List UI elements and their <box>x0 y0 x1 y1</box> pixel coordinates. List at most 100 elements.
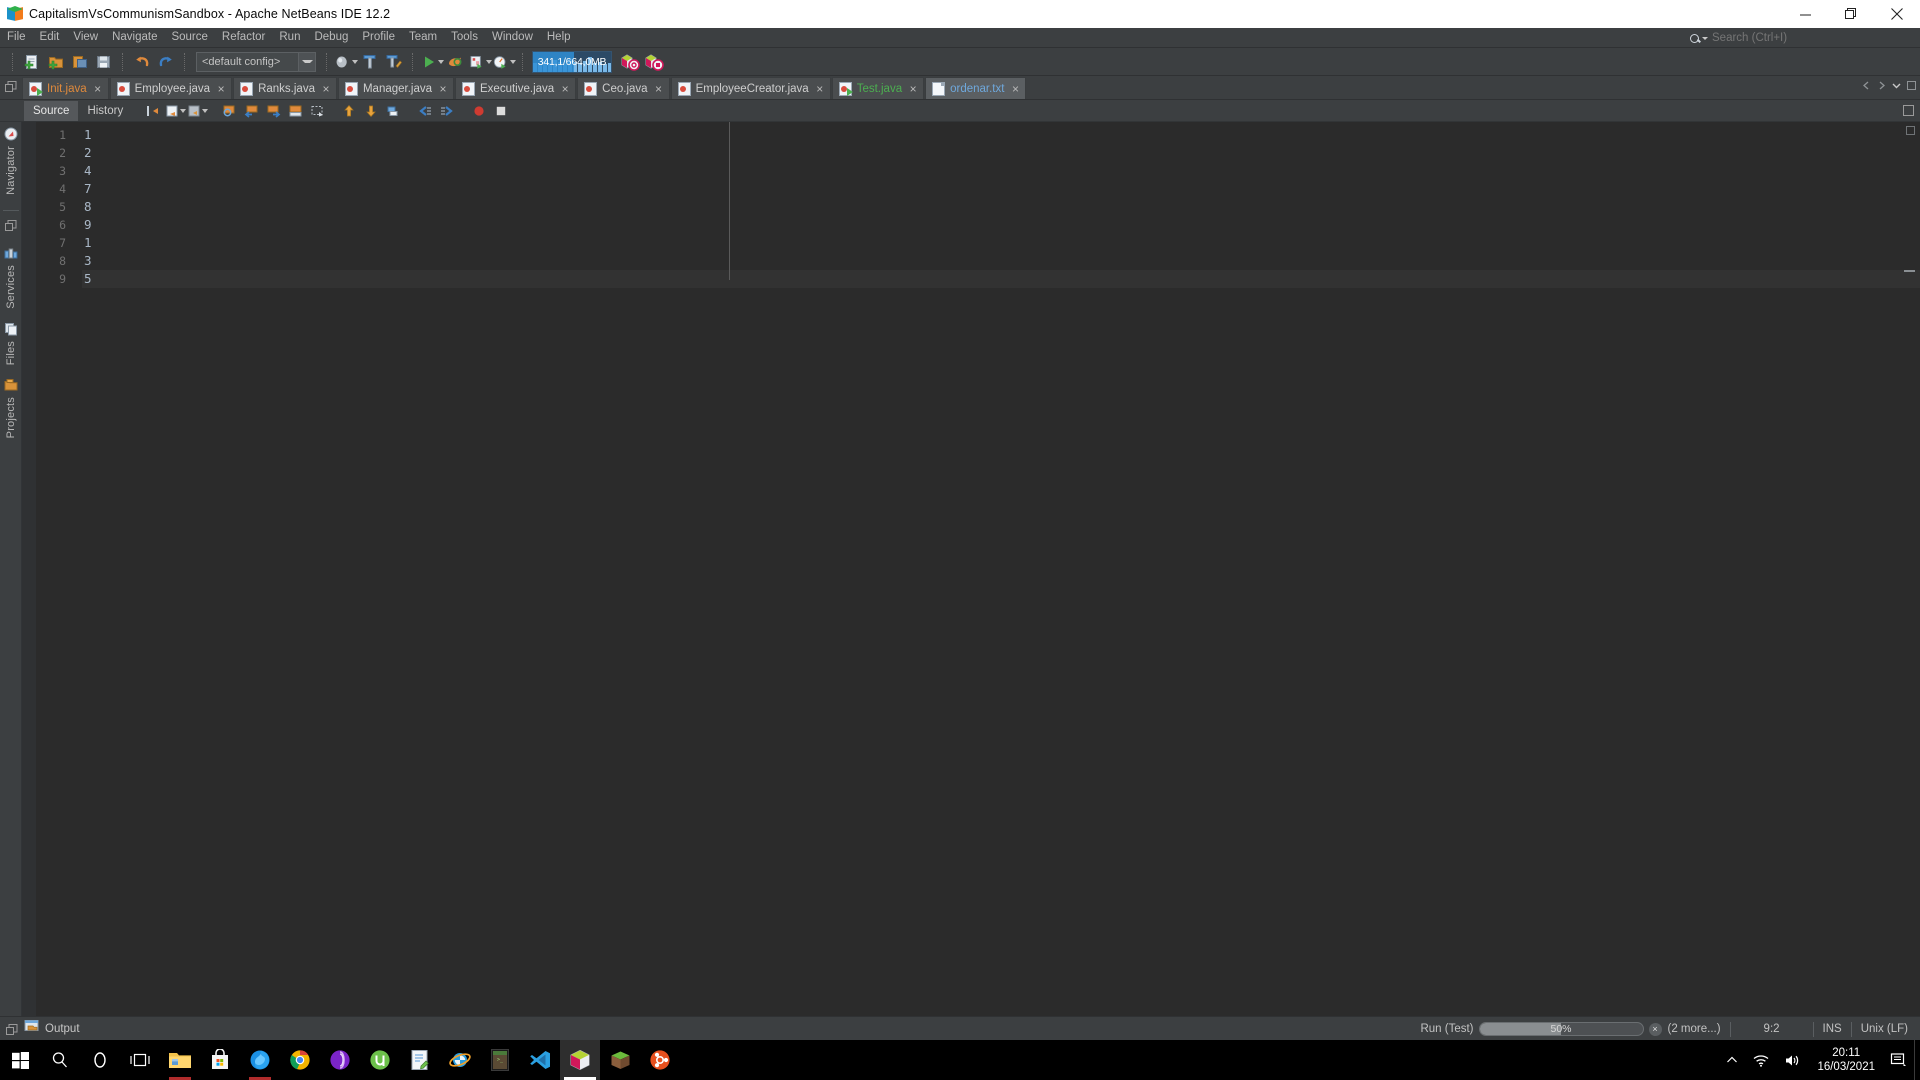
back-arrow-icon[interactable] <box>414 101 436 121</box>
editor-tab-close-button[interactable]: × <box>908 83 918 95</box>
profile-stop-button[interactable] <box>642 50 666 74</box>
code-editor[interactable]: 1 2 3 4 5 6 7 8 9 1 2 4 7 8 9 1 3 5 <box>22 122 1920 1016</box>
taskbar-clock[interactable]: 20:11 16/03/2021 <box>1809 1046 1883 1074</box>
menu-window[interactable]: Window <box>485 28 540 47</box>
start-button[interactable] <box>0 1040 40 1080</box>
record-macro-icon[interactable] <box>468 101 490 121</box>
minecraft-button[interactable] <box>600 1040 640 1080</box>
editor-tab-close-button[interactable]: × <box>560 83 570 95</box>
editor-tab-close-button[interactable]: × <box>1010 83 1020 95</box>
menu-view[interactable]: View <box>66 28 105 47</box>
maximize-editor-button[interactable] <box>1907 77 1916 95</box>
maximize-button[interactable] <box>1828 0 1874 28</box>
notifications-button[interactable] <box>1883 1040 1914 1080</box>
editor-tab-close-button[interactable]: × <box>321 83 331 95</box>
dashed-rect-icon[interactable] <box>306 101 328 121</box>
editor-tab-ordenar-txt[interactable]: ordenar.txt × <box>925 77 1027 99</box>
redo-button[interactable] <box>154 50 178 74</box>
next-bookmark-icon[interactable] <box>262 101 284 121</box>
file-explorer-button[interactable] <box>160 1040 200 1080</box>
toggle-highlight-icon[interactable] <box>186 101 208 121</box>
cortana-button[interactable] <box>80 1040 120 1080</box>
project-configuration-combo[interactable]: <default config> <box>196 51 316 72</box>
maximize-editor-button[interactable] <box>1903 103 1914 121</box>
chevron-down-icon[interactable] <box>510 59 516 64</box>
window-group-icon[interactable] <box>0 75 22 99</box>
search-input[interactable] <box>1712 32 1912 44</box>
minimize-button[interactable] <box>1782 0 1828 28</box>
breakpoint-gutter[interactable] <box>22 122 36 1016</box>
menu-profile[interactable]: Profile <box>355 28 402 47</box>
show-hidden-icons-button[interactable] <box>1719 1040 1745 1080</box>
menu-refactor[interactable]: Refactor <box>215 28 272 47</box>
run-progress-bar[interactable]: 50% <box>1478 1022 1644 1036</box>
firefox-button[interactable] <box>240 1040 280 1080</box>
editor-tab-close-button[interactable]: × <box>93 83 103 95</box>
chevron-down-icon[interactable] <box>201 108 208 113</box>
editor-tab-close-button[interactable]: × <box>216 83 226 95</box>
shift-right-icon[interactable] <box>382 101 404 121</box>
scroll-tabs-right-button[interactable] <box>1877 77 1886 95</box>
chrome-button[interactable] <box>280 1040 320 1080</box>
new-file-button[interactable] <box>20 50 44 74</box>
chevron-down-icon[interactable] <box>298 52 315 71</box>
volume-icon[interactable] <box>1777 1040 1809 1080</box>
menu-tools[interactable]: Tools <box>444 28 485 47</box>
task-view-button[interactable] <box>120 1040 160 1080</box>
clean-build-button[interactable] <box>358 50 382 74</box>
internet-explorer-button[interactable] <box>440 1040 480 1080</box>
ubuntu-button[interactable] <box>640 1040 680 1080</box>
window-group-icon[interactable] <box>6 1023 18 1041</box>
editor-tab-test-java[interactable]: Test.java × <box>831 77 925 99</box>
find-selection-icon[interactable] <box>218 101 240 121</box>
editor-tab-executive-java[interactable]: Executive.java × <box>455 77 577 99</box>
menu-navigate[interactable]: Navigate <box>105 28 164 47</box>
new-project-button[interactable] <box>44 50 68 74</box>
tab-list-button[interactable] <box>1892 77 1901 95</box>
tab-history[interactable]: History <box>78 101 132 121</box>
show-desktop-button[interactable] <box>1914 1040 1920 1080</box>
wifi-icon[interactable] <box>1745 1040 1777 1080</box>
microsoft-store-button[interactable] <box>200 1040 240 1080</box>
clean-and-build-button[interactable] <box>382 50 406 74</box>
toggle-rect-select-icon[interactable] <box>284 101 306 121</box>
chevron-down-icon[interactable] <box>179 108 186 113</box>
stop-macro-icon[interactable] <box>490 101 512 121</box>
undo-button[interactable] <box>130 50 154 74</box>
insert-mode-label[interactable]: INS <box>1823 1023 1842 1035</box>
cancel-task-button[interactable]: × <box>1648 1022 1662 1036</box>
netbeans-button[interactable] <box>560 1040 600 1080</box>
editor-tab-close-button[interactable]: × <box>654 83 664 95</box>
editor-tab-employee-java[interactable]: Employee.java × <box>109 77 233 99</box>
sidebar-item-projects[interactable]: Projects <box>4 378 18 442</box>
opera-button[interactable] <box>320 1040 360 1080</box>
search-taskbar-button[interactable] <box>40 1040 80 1080</box>
editor-tab-close-button[interactable]: × <box>815 83 825 95</box>
menu-edit[interactable]: Edit <box>33 28 67 47</box>
menu-file[interactable]: File <box>0 28 33 47</box>
utorrent-button[interactable] <box>360 1040 400 1080</box>
editor-tab-employeecreator-java[interactable]: EmployeeCreator.java × <box>670 77 831 99</box>
tab-source[interactable]: Source <box>24 100 79 121</box>
next-error-icon[interactable] <box>360 101 382 121</box>
build-main-project-button[interactable] <box>334 50 358 74</box>
terminal-button[interactable]: >_ <box>480 1040 520 1080</box>
editor-text-content[interactable]: 1 2 4 7 8 9 1 3 5 <box>82 126 1920 288</box>
menu-source[interactable]: Source <box>164 28 214 47</box>
sidebar-item-services[interactable]: Services <box>4 246 18 313</box>
menu-run[interactable]: Run <box>272 28 307 47</box>
debug-project-button[interactable] <box>444 50 468 74</box>
scroll-tabs-left-button[interactable] <box>1862 77 1871 95</box>
chevron-down-icon[interactable] <box>437 59 444 64</box>
bookmark-icon[interactable] <box>164 101 186 121</box>
vscode-button[interactable] <box>520 1040 560 1080</box>
error-stripe-top-marker[interactable] <box>1906 126 1915 135</box>
last-edit-icon[interactable] <box>142 101 164 121</box>
menu-debug[interactable]: Debug <box>307 28 355 47</box>
editor-tab-manager-java[interactable]: Manager.java × <box>337 77 455 99</box>
close-button[interactable] <box>1874 0 1920 28</box>
profile-project-button[interactable] <box>468 50 492 74</box>
editor-tab-ceo-java[interactable]: Ceo.java × <box>577 77 670 99</box>
editor-tab-close-button[interactable]: × <box>438 83 448 95</box>
save-all-button[interactable] <box>92 50 116 74</box>
